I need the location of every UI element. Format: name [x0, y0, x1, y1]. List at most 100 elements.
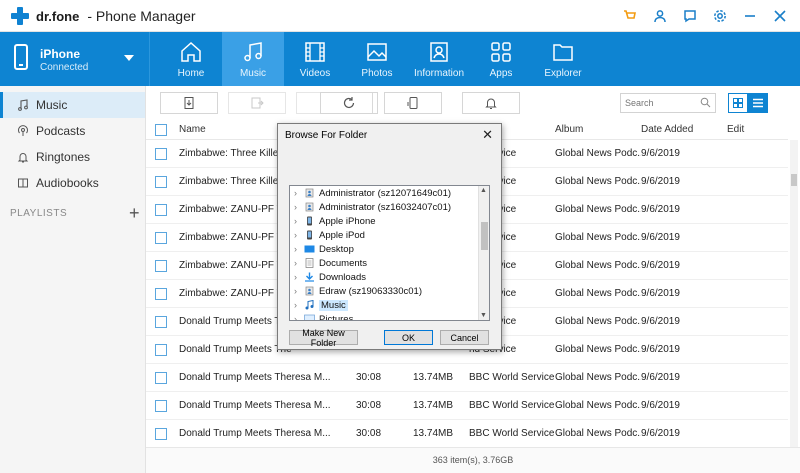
cell-date-added: 9/6/2019 [641, 260, 680, 271]
table-scrollbar[interactable] [790, 140, 798, 448]
app-logo: dr.fone - Phone Manager [10, 6, 196, 26]
row-checkbox[interactable] [155, 315, 167, 328]
tab-music[interactable]: Music [222, 32, 284, 86]
tab-music-label: Music [239, 68, 267, 79]
device-selector[interactable]: iPhone Connected [0, 32, 150, 86]
music-icon [244, 42, 262, 62]
chevron-right-icon[interactable]: › [294, 216, 297, 226]
tree-item-label: Edraw (sz19063330c01) [319, 285, 422, 297]
chevron-down-icon[interactable] [124, 55, 134, 61]
list-view-icon[interactable] [748, 93, 768, 113]
sidebar-item-music[interactable]: Music [0, 92, 145, 118]
scroll-down-icon[interactable]: ▼ [480, 312, 487, 319]
refresh-button[interactable] [320, 92, 378, 114]
row-checkbox[interactable] [155, 287, 167, 300]
row-checkbox[interactable] [155, 399, 167, 412]
cart-icon[interactable] [622, 8, 638, 24]
row-checkbox[interactable] [155, 147, 167, 160]
export-button[interactable] [228, 92, 286, 114]
tree-item-label: Documents [319, 257, 368, 269]
search-input[interactable] [621, 94, 699, 112]
grid-view-icon[interactable] [728, 93, 748, 113]
row-checkbox[interactable] [155, 371, 167, 384]
column-header-date-added[interactable]: Date Added [641, 124, 727, 135]
table-row[interactable]: Donald Trump Meets Theresa M... 30:08 13.7… [146, 364, 788, 392]
documents-icon [304, 258, 319, 268]
cell-time: 30:08 [356, 428, 382, 439]
tab-videos[interactable]: Videos [284, 32, 346, 86]
make-new-folder-button[interactable]: Make New Folder [289, 328, 358, 348]
bell-icon [485, 98, 497, 109]
ringtone-maker-button[interactable] [462, 92, 520, 114]
add-button[interactable] [160, 92, 218, 114]
ok-button[interactable]: OK [384, 330, 433, 345]
scroll-up-icon[interactable]: ▲ [480, 187, 487, 194]
select-all-checkbox[interactable] [155, 123, 167, 136]
sidebar-item-label: Audiobooks [36, 176, 99, 190]
chevron-right-icon[interactable]: › [294, 188, 297, 198]
tab-apps[interactable]: Apps [470, 32, 532, 86]
tree-item[interactable]: › Pictures [290, 312, 489, 320]
tree-item[interactable]: › Administrator (sz12071649c01) [290, 186, 489, 200]
table-row[interactable]: Donald Trump Meets Theresa M... 30:08 13.7… [146, 420, 788, 448]
search-icon[interactable] [700, 97, 711, 111]
book-icon [16, 176, 30, 190]
row-checkbox[interactable] [155, 427, 167, 440]
scrollbar-thumb[interactable] [791, 174, 797, 186]
cell-date-added: 9/6/2019 [641, 344, 680, 355]
tree-item[interactable]: › Downloads [290, 270, 489, 284]
cancel-button[interactable]: Cancel [440, 330, 489, 345]
tree-item[interactable]: › Desktop [290, 242, 489, 256]
sidebar-item-ringtones[interactable]: Ringtones [0, 144, 145, 170]
tab-home[interactable]: Home [160, 32, 222, 86]
close-icon[interactable]: ✕ [482, 127, 493, 143]
folder-icon [553, 44, 573, 61]
desktop-folder-icon [304, 244, 319, 254]
row-checkbox[interactable] [155, 231, 167, 244]
tree-item[interactable]: › Documents [290, 256, 489, 270]
chevron-right-icon[interactable]: › [294, 244, 297, 254]
device-status: Connected [40, 62, 89, 73]
to-device-button[interactable] [384, 92, 442, 114]
sidebar-item-audiobooks[interactable]: Audiobooks [0, 170, 145, 196]
tree-item[interactable]: › Apple iPhone [290, 214, 489, 228]
row-checkbox[interactable] [155, 259, 167, 272]
tab-information[interactable]: Information [408, 32, 470, 86]
row-checkbox[interactable] [155, 343, 167, 356]
chevron-right-icon[interactable]: › [294, 258, 297, 268]
tree-item[interactable]: › Edraw (sz19063330c01) [290, 284, 489, 298]
feedback-icon[interactable] [682, 8, 698, 24]
account-icon[interactable] [652, 8, 668, 24]
add-playlist-button[interactable]: + [129, 204, 140, 222]
settings-gear-icon[interactable] [712, 8, 728, 24]
chevron-right-icon[interactable]: › [294, 272, 297, 282]
sidebar-item-podcasts[interactable]: Podcasts [0, 118, 145, 144]
chevron-right-icon[interactable]: › [294, 230, 297, 240]
chevron-right-icon[interactable]: › [294, 286, 297, 296]
row-checkbox[interactable] [155, 203, 167, 216]
tab-information-label: Information [413, 68, 465, 79]
cell-name: Donald Trump Meets Theresa M... [179, 428, 331, 439]
table-row[interactable]: Donald Trump Meets Theresa M... 30:08 13.7… [146, 392, 788, 420]
tree-item[interactable]: › Administrator (sz16032407c01) [290, 200, 489, 214]
playlists-header: PLAYLISTS + [10, 204, 140, 222]
column-header-album[interactable]: Album [555, 124, 641, 135]
row-checkbox[interactable] [155, 175, 167, 188]
close-icon[interactable] [772, 8, 788, 24]
sidebar-item-label: Ringtones [36, 150, 91, 164]
user-folder-icon [304, 286, 319, 296]
tree-scrollbar[interactable]: ▲ ▼ [478, 186, 489, 320]
tab-photos[interactable]: Photos [346, 32, 408, 86]
chevron-right-icon[interactable]: › [294, 202, 297, 212]
tree-scroll-thumb[interactable] [481, 222, 488, 250]
tree-item[interactable]: › Apple iPod [290, 228, 489, 242]
drfone-logo-icon [10, 6, 30, 26]
bell-icon [16, 150, 30, 164]
cell-date-added: 9/6/2019 [641, 428, 680, 439]
chevron-right-icon[interactable]: › [294, 314, 297, 320]
chevron-right-icon[interactable]: › [294, 300, 297, 310]
tab-explorer[interactable]: Explorer [532, 32, 594, 86]
dialog-title: Browse For Folder [285, 130, 368, 141]
tree-item[interactable]: › Music [290, 298, 489, 312]
minimize-icon[interactable] [742, 8, 758, 24]
